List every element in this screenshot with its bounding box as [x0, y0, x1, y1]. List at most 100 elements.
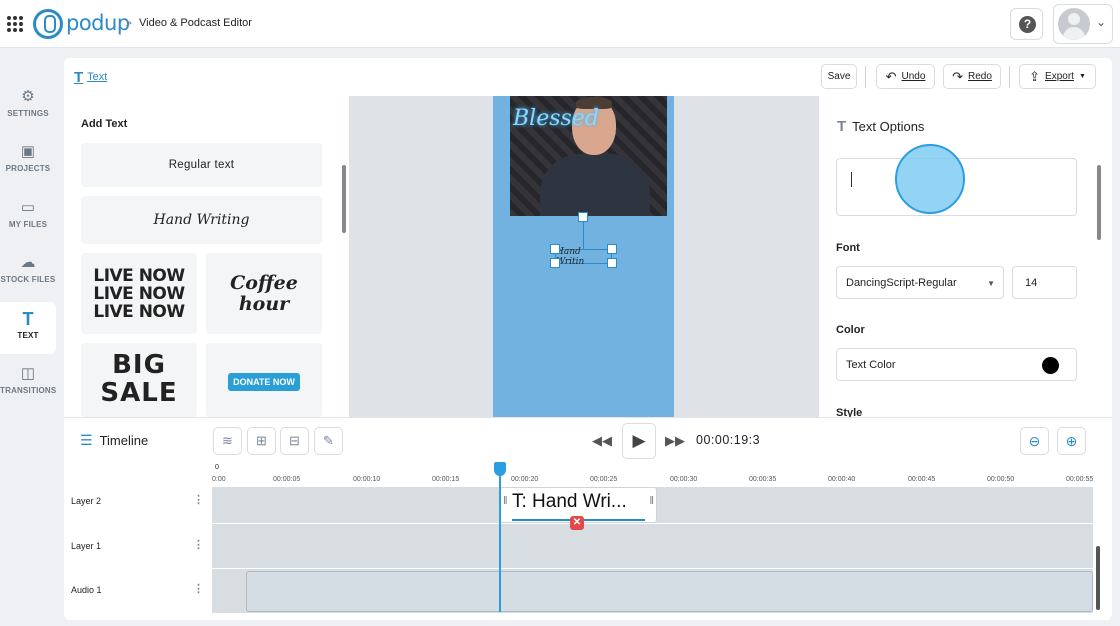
ruler-tick: 00:00:35 [749, 476, 777, 483]
style-label: Style [836, 407, 863, 417]
app-grid-icon[interactable] [7, 16, 23, 32]
video-preview[interactable]: Blessed [510, 96, 667, 216]
sidebar-item-projects[interactable]: ▣ PROJECTS [0, 135, 56, 187]
breadcrumb[interactable]: Video & Podcast Editor [139, 17, 252, 29]
folder-icon: ▭ [20, 199, 36, 216]
caret-down-icon: ▼ [987, 279, 995, 288]
text-panel-scrollbar[interactable] [342, 165, 346, 233]
sidebar-item-text[interactable]: T TEXT [0, 302, 56, 354]
track-label: Audio 1 [71, 585, 102, 595]
timeline-icon: ☰ [80, 432, 93, 448]
add-text-title: Add Text [81, 118, 128, 130]
ruler-tick: 00:00:40 [828, 476, 856, 483]
arrange-tool-button[interactable]: ⊟ [280, 427, 309, 455]
track-menu-icon[interactable]: ⋮ [193, 538, 204, 551]
track-menu-icon[interactable]: ⋮ [193, 582, 204, 595]
timecode: 00:00:19:3 [696, 433, 761, 447]
timeline-ruler[interactable]: 0 0:00 00:00:05 00:00:10 00:00:15 00:00:… [64, 462, 1112, 487]
resize-handle-bottom-right[interactable] [607, 258, 617, 268]
edit-tool-button[interactable]: ✎ [314, 427, 343, 455]
preset-hand-writing[interactable]: Hand Writing [81, 196, 322, 244]
chevron-down-icon: ⌄ [1096, 15, 1107, 29]
click-indicator [895, 144, 965, 214]
timeline-scrollbar[interactable] [1096, 546, 1100, 610]
fast-forward-button[interactable]: ▶▶ [663, 429, 687, 453]
clip-trim-right-handle[interactable]: ‖ [649, 495, 654, 507]
export-button[interactable]: ⇪ Export ▼ [1019, 64, 1096, 89]
resize-handle-top-left[interactable] [550, 244, 560, 254]
resize-handle-top-right[interactable] [607, 244, 617, 254]
resize-handle-bottom-left[interactable] [550, 258, 560, 268]
text-color-picker[interactable]: Text Color [836, 348, 1077, 381]
text-color-label: Text Color [846, 358, 896, 371]
cloud-icon: ☁ [20, 254, 36, 271]
help-button[interactable]: ? [1010, 8, 1043, 40]
preset-live-now[interactable]: LIVE NOW LIVE NOW LIVE NOW [81, 253, 197, 334]
text-icon: T [74, 68, 84, 86]
ruler-tick: 00:00:55 [1066, 476, 1094, 483]
track-label: Layer 1 [71, 541, 102, 551]
zoom-out-icon: ⊖ [1028, 432, 1041, 449]
text-options-title: T Text Options [837, 118, 924, 135]
preset-coffee-hour[interactable]: Coffee hour [206, 253, 322, 334]
ruler-tick: 00:00:15 [432, 476, 460, 483]
export-icon: ⇪ [1029, 68, 1041, 84]
save-button[interactable]: Save [821, 64, 857, 89]
ruler-zero: 0 [215, 464, 219, 471]
ruler-tick: 00:00:10 [353, 476, 381, 483]
track-lane[interactable] [212, 524, 1093, 568]
zoom-in-button[interactable]: ⊕ [1057, 427, 1086, 455]
caret-down-icon: ▼ [1078, 73, 1086, 80]
options-scrollbar[interactable] [1097, 165, 1101, 240]
play-icon: ▶ [632, 431, 646, 450]
undo-button[interactable]: ↶ Undo [876, 64, 935, 89]
rewind-button[interactable]: ◀◀ [590, 429, 614, 453]
timeline-title: ☰ Timeline [80, 432, 148, 449]
track-menu-icon[interactable]: ⋮ [193, 493, 204, 506]
preset-regular-text[interactable]: Regular text [81, 143, 322, 187]
ruler-tick: 00:00:20 [511, 476, 539, 483]
rotate-handle[interactable] [578, 212, 588, 222]
zoom-in-icon: ⊕ [1065, 432, 1078, 449]
redo-button[interactable]: ↷ Redo [943, 64, 1001, 89]
sidebar-item-stock-files[interactable]: ☁ STOCK FILES [0, 246, 56, 298]
undo-label: Undo [901, 71, 926, 82]
timeline-tracks: Layer 2 ⋮ Layer 1 ⋮ Audio 1 ⋮ ‖ T: Hand … [64, 487, 1112, 613]
layers-tool-button[interactable]: ≋ [213, 427, 242, 455]
layers-icon: ≋ [222, 433, 233, 448]
clip-trim-left-handle[interactable]: ‖ [503, 495, 508, 507]
donate-badge: DONATE NOW [228, 373, 300, 391]
split-tool-button[interactable]: ⊞ [247, 427, 276, 455]
preset-big-sale[interactable]: BIG SALE [81, 343, 197, 417]
logo-text[interactable]: podup [66, 11, 130, 35]
sidebar-item-settings[interactable]: ⚙ SETTINGS [0, 80, 56, 132]
delete-clip-icon[interactable]: ✕ [570, 516, 584, 530]
gear-icon: ⚙ [21, 88, 35, 105]
breadcrumb-separator: > [125, 16, 133, 30]
selected-text-element[interactable]: Hand Writin [555, 247, 612, 267]
sidebar-item-label: MY FILES [8, 220, 48, 229]
playhead-handle[interactable] [494, 462, 506, 476]
font-select[interactable]: DancingScript-Regular ▼ [836, 266, 1004, 299]
tab-text[interactable]: T Text [74, 66, 107, 88]
sidebar-item-my-files[interactable]: ▭ MY FILES [0, 191, 56, 243]
play-button[interactable]: ▶ [622, 423, 656, 459]
user-menu-button[interactable]: ⌄ [1053, 4, 1113, 44]
split-icon: ⊞ [256, 433, 267, 448]
projects-icon: ▣ [20, 143, 36, 160]
redo-icon: ↷ [952, 68, 963, 84]
font-size-input[interactable]: 14 [1012, 266, 1077, 299]
font-size-value: 14 [1025, 276, 1038, 289]
sidebar-item-transitions[interactable]: ◫ TRANSITIONS [0, 357, 56, 409]
color-swatch[interactable] [1042, 357, 1059, 374]
transitions-icon: ◫ [20, 365, 36, 382]
toolbar-divider [865, 66, 866, 88]
timeline-header: ☰ Timeline ≋ ⊞ ⊟ ✎ ◀◀ ▶ ▶▶ 00:00:19:3 ⊖ … [64, 417, 1112, 462]
preset-donate-now[interactable]: DONATE NOW [206, 343, 322, 417]
zoom-out-button[interactable]: ⊖ [1020, 427, 1049, 455]
ruler-tick: 00:00:45 [908, 476, 936, 483]
podup-logo-icon[interactable] [33, 9, 63, 39]
text-options-panel: T Text Options Font DancingScript-Regula… [819, 96, 1104, 417]
help-icon: ? [1019, 16, 1036, 33]
audio-clip[interactable] [246, 571, 1093, 612]
